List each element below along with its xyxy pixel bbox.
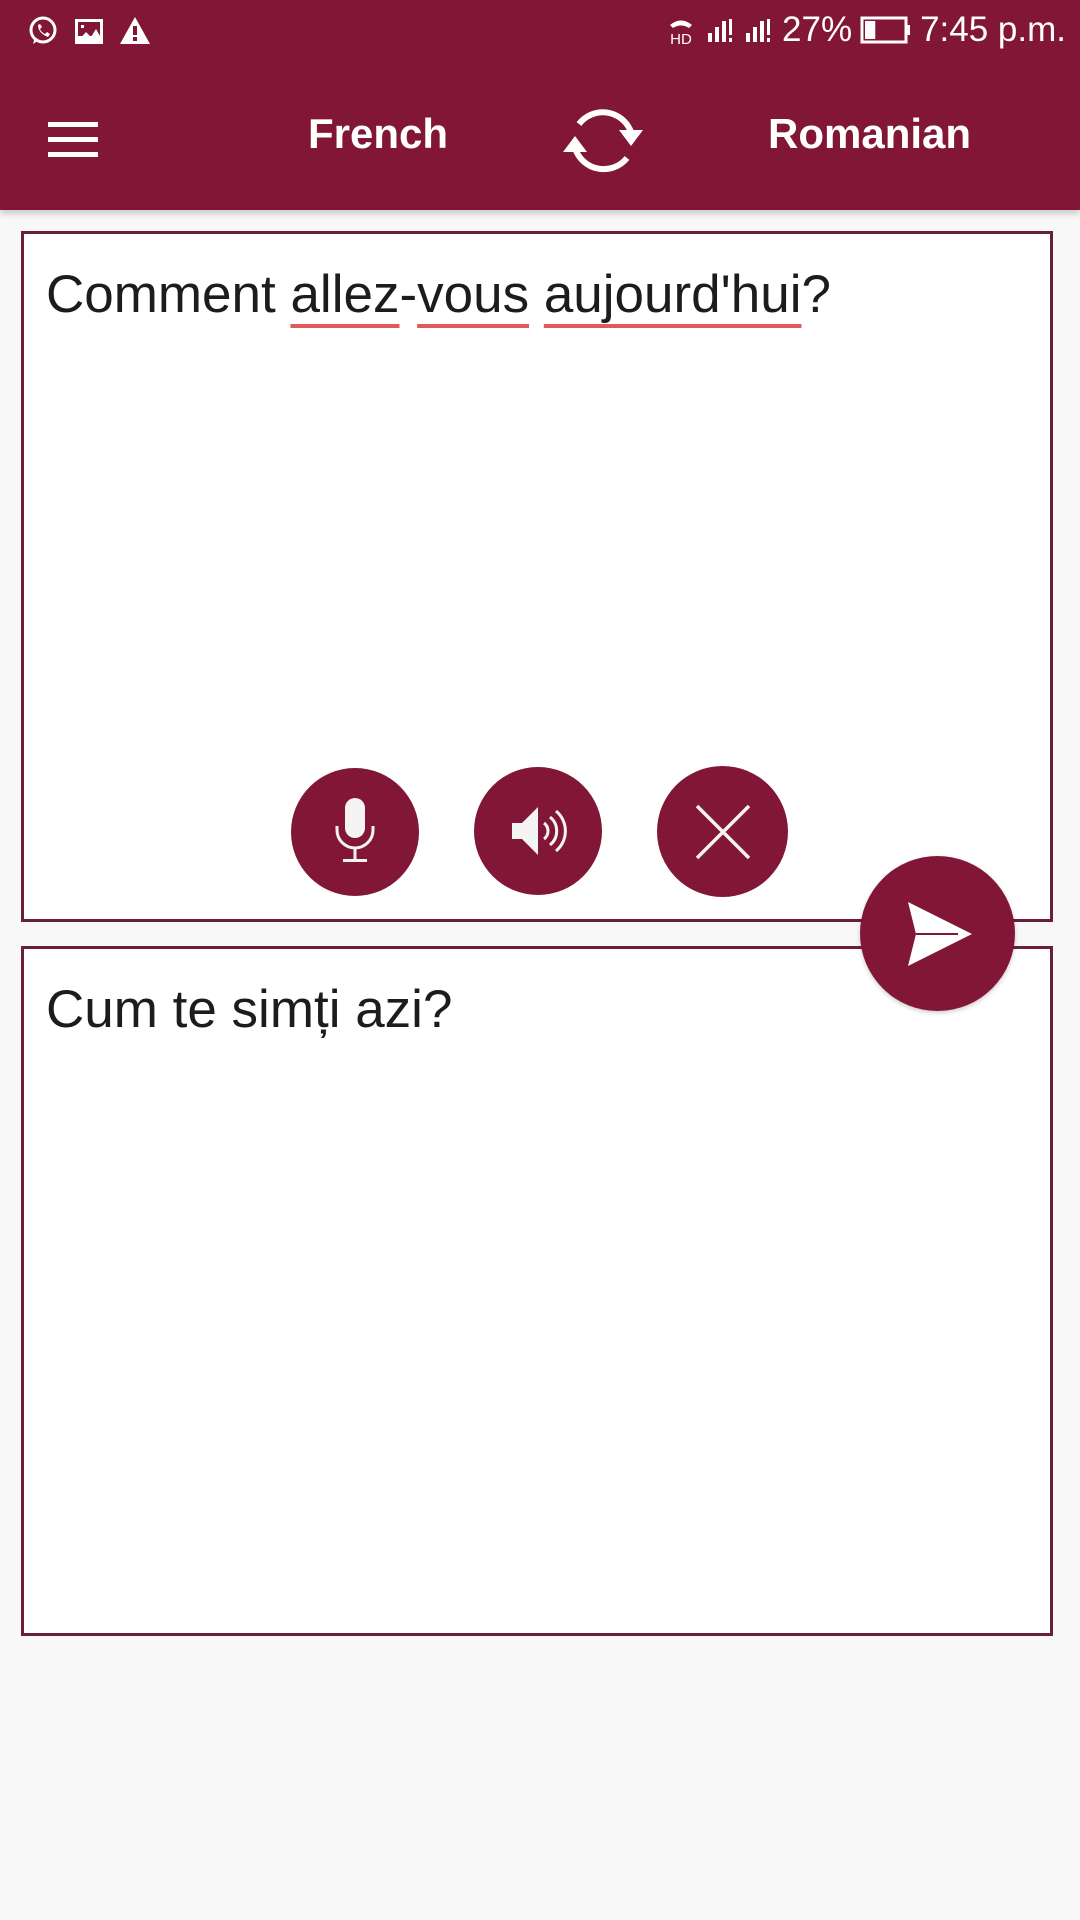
- hamburger-line: [48, 152, 98, 157]
- swap-languages-icon: [563, 109, 643, 173]
- misspelled-word: vous: [417, 265, 530, 324]
- battery-icon: [860, 16, 911, 44]
- app-toolbar: French Romanian: [0, 70, 1080, 210]
- source-language-selector[interactable]: French: [308, 110, 448, 158]
- hamburger-menu-icon: [48, 122, 98, 127]
- menu-button[interactable]: [40, 100, 106, 180]
- battery-percent: 27%: [782, 10, 853, 49]
- source-text[interactable]: Comment allez-vous aujourd'hui?: [46, 264, 831, 325]
- clock: 7:45 p.m.: [920, 10, 1066, 49]
- notification-icons: [26, 14, 152, 48]
- text-fragment: [529, 265, 544, 324]
- speaker-icon: [512, 807, 567, 855]
- text-fragment: -: [399, 265, 418, 324]
- target-language-selector[interactable]: Romanian: [768, 110, 971, 158]
- source-text-prefix: Comment: [46, 265, 291, 324]
- send-icon: [907, 901, 972, 966]
- hd-call-icon: HD: [670, 20, 693, 47]
- close-icon: [695, 804, 750, 859]
- signal-sim1-icon: [708, 19, 733, 42]
- clear-button[interactable]: [657, 766, 788, 897]
- misspelled-word: aujourd'hui: [543, 265, 802, 324]
- translate-send-button[interactable]: [860, 856, 1015, 1011]
- voice-input-button[interactable]: [291, 768, 419, 896]
- whatsapp-icon: [29, 16, 57, 44]
- warning-icon: [120, 17, 150, 44]
- microphone-icon: [335, 798, 375, 862]
- image-icon: [75, 19, 103, 44]
- status-bar: HD 27% 7:45 p.m.: [0, 0, 1080, 70]
- source-text-suffix: ?: [801, 265, 831, 324]
- translation-output[interactable]: Cum te simți azi?: [21, 946, 1053, 1636]
- system-status: HD 27% 7:45 p.m.: [664, 10, 1066, 50]
- signal-sim2-icon: [746, 19, 771, 42]
- speak-button[interactable]: [474, 767, 602, 895]
- misspelled-word: allez: [290, 265, 400, 324]
- translated-text[interactable]: Cum te simți azi?: [46, 979, 452, 1040]
- hamburger-line: [48, 137, 98, 142]
- svg-text:HD: HD: [670, 31, 692, 47]
- swap-languages-button[interactable]: [555, 92, 651, 188]
